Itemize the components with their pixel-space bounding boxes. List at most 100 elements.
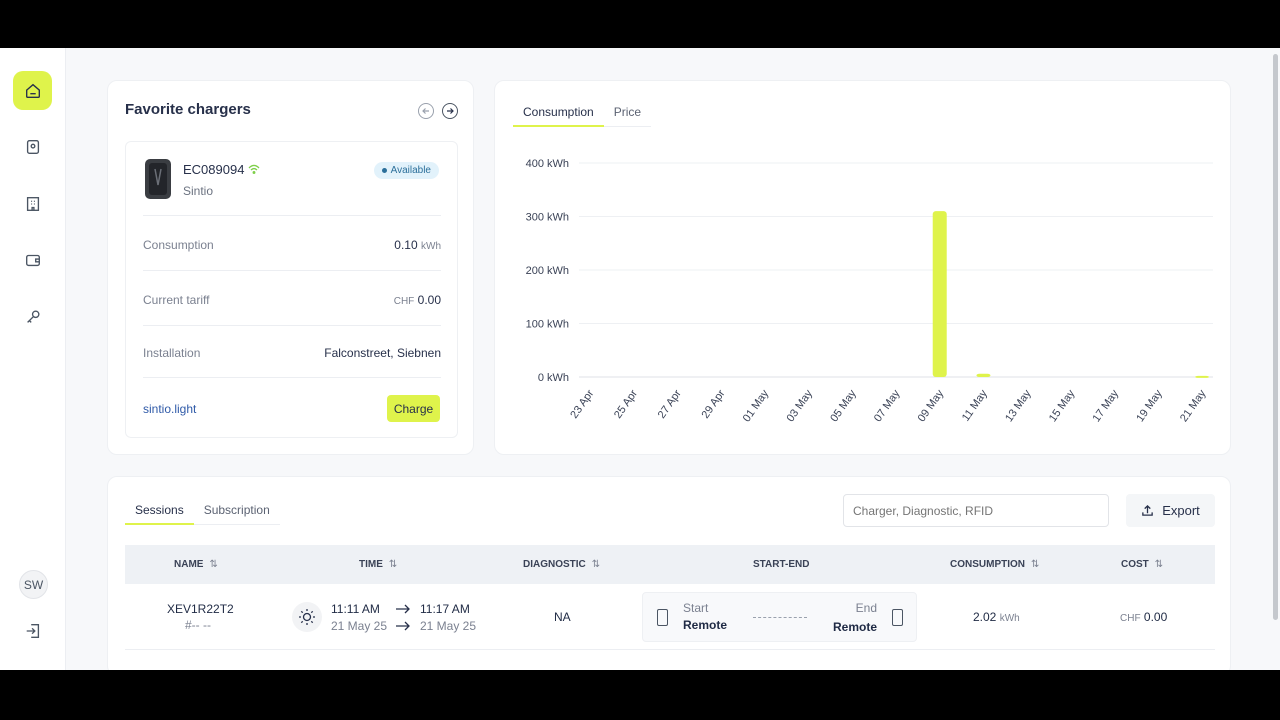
upload-icon bbox=[1142, 504, 1153, 516]
arrow-left-icon bbox=[422, 108, 429, 114]
col-time[interactable]: TIME ⇅ bbox=[359, 559, 397, 570]
y-tick-label: 0 kWh bbox=[538, 372, 569, 384]
avatar[interactable]: SW bbox=[19, 570, 48, 599]
x-tick-label: 05 May bbox=[828, 387, 859, 424]
arrow-right-icon bbox=[396, 621, 410, 631]
session-name: XEV1R22T2 bbox=[167, 602, 234, 616]
status-text: Available bbox=[390, 165, 431, 176]
tariff-number: 0.00 bbox=[417, 293, 441, 307]
col-consumption-label: CONSUMPTION bbox=[950, 559, 1025, 570]
col-cost[interactable]: COST ⇅ bbox=[1121, 559, 1163, 570]
col-cost-label: COST bbox=[1121, 559, 1149, 570]
y-tick-label: 400 kWh bbox=[526, 158, 569, 170]
tab-sessions[interactable]: Sessions bbox=[125, 503, 194, 525]
wifi-icon bbox=[248, 164, 260, 174]
sessions-tabs: Sessions Subscription bbox=[125, 503, 280, 525]
tariff-currency: CHF bbox=[393, 296, 415, 307]
phone-icon bbox=[657, 609, 668, 626]
end-value: Remote bbox=[832, 620, 877, 634]
bar-09-may[interactable] bbox=[932, 211, 947, 377]
end-time: 11:17 AM bbox=[420, 602, 470, 616]
arrow-right-icon bbox=[396, 604, 410, 614]
cost-currency: CHF bbox=[1120, 613, 1141, 624]
x-tick-label: 15 May bbox=[1047, 387, 1078, 424]
col-consumption[interactable]: CONSUMPTION ⇅ bbox=[950, 559, 1039, 570]
nav-home[interactable] bbox=[13, 71, 52, 110]
arrow-right-icon bbox=[447, 108, 454, 114]
home-icon bbox=[25, 83, 40, 98]
charger-link[interactable]: sintio.light bbox=[143, 402, 196, 416]
nav-wallet[interactable] bbox=[13, 240, 52, 279]
consumption-value: 0.10 kWh bbox=[394, 238, 441, 252]
key-icon bbox=[26, 309, 40, 323]
favorites-title: Favorite chargers bbox=[125, 101, 251, 118]
building-icon bbox=[26, 196, 39, 211]
consumption-unit: kWh bbox=[421, 241, 441, 252]
divider bbox=[143, 377, 441, 378]
sessions-card: Sessions Subscription Export NAME ⇅ TIME ⇅… bbox=[107, 476, 1231, 670]
logout-icon bbox=[26, 623, 39, 638]
sun-icon-wrap bbox=[292, 602, 322, 632]
consumption-number: 0.10 bbox=[394, 238, 418, 252]
consumption-number: 2.02 bbox=[973, 610, 997, 624]
x-tick-label: 09 May bbox=[916, 387, 947, 424]
charger-card: EC089094 Sintio Available Consumption 0.… bbox=[125, 141, 458, 438]
start-end-box: Start Remote End Remote bbox=[642, 592, 917, 642]
x-tick-label: 19 May bbox=[1134, 387, 1165, 424]
tab-subscription[interactable]: Subscription bbox=[193, 503, 280, 525]
table-row[interactable]: XEV1R22T2 #-- -- 11:11 AM 21 May 25 11:1… bbox=[125, 584, 1215, 650]
col-name-label: NAME bbox=[174, 559, 204, 570]
sort-icon: ⇅ bbox=[388, 559, 398, 570]
bar-11-may[interactable] bbox=[976, 373, 991, 377]
x-tick-label: 27 Apr bbox=[656, 388, 684, 421]
export-button[interactable]: Export bbox=[1126, 494, 1215, 527]
tariff-label: Current tariff bbox=[143, 293, 210, 307]
charger-id: EC089094 bbox=[183, 162, 245, 177]
x-tick-label: 21 May bbox=[1178, 387, 1209, 424]
start-end-dashed-line bbox=[753, 617, 807, 618]
favorite-chargers-card: Favorite chargers EC089094 Sintio Availa… bbox=[107, 80, 474, 455]
col-time-label: TIME bbox=[359, 559, 383, 570]
x-tick-label: 25 Apr bbox=[612, 388, 640, 421]
x-tick-label: 23 Apr bbox=[568, 388, 596, 421]
x-tick-label: 01 May bbox=[741, 387, 772, 424]
installation-label: Installation bbox=[143, 346, 201, 360]
col-name[interactable]: NAME ⇅ bbox=[174, 559, 218, 570]
search-input[interactable] bbox=[843, 494, 1109, 527]
y-tick-label: 200 kWh bbox=[526, 265, 569, 277]
charger-device-icon bbox=[145, 159, 171, 199]
consumption-chart-card: Consumption Price 0 kWh 100 kWh 200 kWh 300… bbox=[494, 80, 1231, 455]
table-header: NAME ⇅ TIME ⇅ DIAGNOSTIC ⇅ START-END CONSUM… bbox=[125, 545, 1215, 584]
bar-21-may[interactable] bbox=[1195, 375, 1210, 378]
sort-icon: ⇅ bbox=[591, 559, 601, 570]
installation-value: Falconstreet, Siebnen bbox=[324, 346, 441, 360]
col-diagnostic-label: DIAGNOSTIC bbox=[523, 559, 586, 570]
wallet-icon bbox=[25, 254, 40, 266]
x-tick-label: 07 May bbox=[872, 387, 903, 424]
x-tick-label: 11 May bbox=[960, 387, 990, 423]
nav-chargers[interactable] bbox=[13, 127, 52, 166]
diagnostic-value: NA bbox=[554, 610, 571, 624]
start-date: 21 May 25 bbox=[331, 619, 388, 633]
next-charger-button[interactable] bbox=[442, 103, 458, 119]
phone-icon bbox=[892, 609, 903, 626]
charge-button[interactable]: Charge bbox=[387, 395, 440, 422]
col-start-end-label: START-END bbox=[753, 559, 810, 570]
end-date: 21 May 25 bbox=[420, 619, 477, 633]
sort-icon: ⇅ bbox=[1031, 559, 1040, 570]
y-tick-label: 100 kWh bbox=[526, 319, 569, 331]
sort-icon: ⇅ bbox=[209, 559, 218, 570]
nav-keys[interactable] bbox=[13, 297, 52, 336]
cost-number: 0.00 bbox=[1143, 610, 1168, 624]
scrollbar[interactable] bbox=[1273, 54, 1278, 620]
logout-button[interactable] bbox=[13, 611, 52, 650]
app-frame: SW Favorite chargers EC089094 Sintio Ava… bbox=[0, 48, 1280, 670]
nav-buildings[interactable] bbox=[13, 184, 52, 223]
y-tick-label: 300 kWh bbox=[526, 212, 569, 224]
x-tick-label: 13 May bbox=[1003, 387, 1034, 424]
sort-icon: ⇅ bbox=[1154, 559, 1164, 570]
prev-charger-button[interactable] bbox=[418, 103, 434, 119]
col-diagnostic[interactable]: DIAGNOSTIC ⇅ bbox=[523, 559, 600, 570]
start-time: 11:11 AM bbox=[331, 602, 380, 616]
x-tick-label: 17 May bbox=[1091, 387, 1122, 424]
